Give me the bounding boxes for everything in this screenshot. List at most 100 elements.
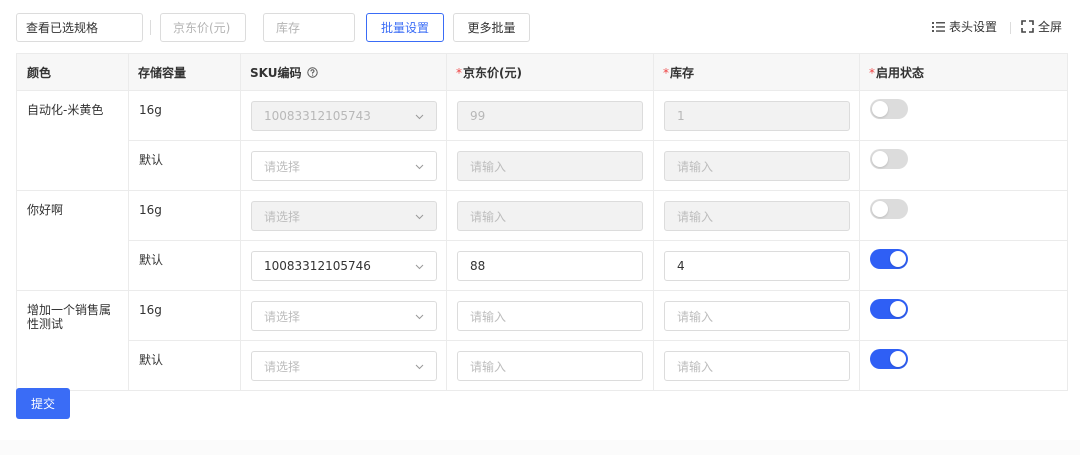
header-price-label: 京东价(元) <box>463 65 522 80</box>
required-mark: * <box>869 65 875 80</box>
stock-input: 请输入 <box>664 201 850 231</box>
required-mark: * <box>456 65 462 80</box>
cell-color: 增加一个销售属性测试 <box>16 290 129 391</box>
cell-price: 请输入 <box>446 190 654 241</box>
header-status: *启用状态 <box>859 53 1068 91</box>
cell-sku: 请选择 <box>240 290 447 341</box>
enable-switch[interactable] <box>870 299 908 319</box>
footer-area <box>0 440 1080 455</box>
sku-select-value: 10083312105743 <box>264 109 371 123</box>
header-price: *京东价(元) <box>446 53 654 91</box>
cell-color: 你好啊 <box>16 190 129 291</box>
enable-switch[interactable] <box>870 199 908 219</box>
cell-status <box>859 140 1068 191</box>
cell-storage: 16g <box>128 290 241 341</box>
table-header-row: 颜色 存储容量 SKU编码 *京东价(元) *库存 *启用状态 <box>16 53 1068 91</box>
switch-knob <box>872 151 888 167</box>
cell-color: 自动化-米黄色 <box>16 90 129 191</box>
cell-storage: 默认 <box>128 240 241 291</box>
chevron-down-icon <box>415 164 424 170</box>
cell-price: 99 <box>446 90 654 141</box>
price-input: 请输入 <box>457 151 643 181</box>
enable-switch[interactable] <box>870 249 908 269</box>
header-color: 颜色 <box>16 53 129 91</box>
cell-status <box>859 290 1068 341</box>
stock-input[interactable]: 请输入 <box>664 351 850 381</box>
sku-select-value: 10083312105746 <box>264 259 371 273</box>
enable-switch[interactable] <box>870 99 908 119</box>
switch-knob <box>872 201 888 217</box>
sku-select[interactable]: 10083312105746 <box>251 251 437 281</box>
stock-batch-input[interactable]: 库存 <box>263 13 355 42</box>
sku-select-value: 请选择 <box>264 209 301 224</box>
cell-sku: 请选择 <box>240 190 447 241</box>
cell-stock: 请输入 <box>653 190 860 241</box>
table-row: 增加一个销售属性测试 16g 请选择 请输入 请输入 <box>16 290 1068 391</box>
sku-select: 请选择 <box>251 201 437 231</box>
chevron-down-icon <box>415 114 424 120</box>
sku-select[interactable]: 请选择 <box>251 301 437 331</box>
more-batch-button[interactable]: 更多批量 <box>453 13 530 42</box>
stock-input[interactable]: 4 <box>664 251 850 281</box>
fullscreen-label: 全屏 <box>1038 20 1063 34</box>
header-settings-label: 表头设置 <box>949 20 998 34</box>
cell-price: 请输入 <box>446 340 654 391</box>
cell-storage: 16g <box>128 190 241 241</box>
sku-select[interactable]: 请选择 <box>251 351 437 381</box>
cell-stock: 请输入 <box>653 340 860 391</box>
chevron-down-icon <box>415 214 424 220</box>
batch-set-button[interactable]: 批量设置 <box>366 13 444 42</box>
header-status-label: 启用状态 <box>876 65 925 80</box>
price-input[interactable]: 88 <box>457 251 643 281</box>
header-settings-button[interactable]: 表头设置 <box>932 18 997 35</box>
cell-sku: 10083312105743 <box>240 90 447 141</box>
required-mark: * <box>663 65 669 80</box>
switch-knob <box>890 251 906 267</box>
toolbar: 查看已选规格 京东价(元) 库存 批量设置 更多批量 表头设置 全屏 <box>0 0 1080 54</box>
header-stock-label: 库存 <box>670 65 695 80</box>
stock-input: 1 <box>664 101 850 131</box>
cell-price: 请输入 <box>446 140 654 191</box>
cell-sku: 请选择 <box>240 340 447 391</box>
chevron-down-icon <box>415 264 424 270</box>
price-input[interactable]: 请输入 <box>457 351 643 381</box>
stock-input[interactable]: 请输入 <box>664 301 850 331</box>
cell-status <box>859 240 1068 291</box>
view-selected-specs-button[interactable]: 查看已选规格 <box>16 13 143 42</box>
enable-switch[interactable] <box>870 349 908 369</box>
cell-stock: 1 <box>653 90 860 141</box>
cell-sku: 请选择 <box>240 140 447 191</box>
table-body: 自动化-米黄色 16g 10083312105743 99 1 默认 请选择 请输入 请输入 你好… <box>16 90 1068 391</box>
header-storage: 存储容量 <box>128 53 241 91</box>
price-input[interactable]: 请输入 <box>457 301 643 331</box>
price-input: 请输入 <box>457 201 643 231</box>
enable-switch[interactable] <box>870 149 908 169</box>
price-input: 99 <box>457 101 643 131</box>
cell-price: 88 <box>446 240 654 291</box>
sku-select-value: 请选择 <box>264 309 301 324</box>
cell-price: 请输入 <box>446 290 654 341</box>
fullscreen-icon <box>1021 20 1034 33</box>
table-row: 自动化-米黄色 16g 10083312105743 99 1 <box>16 90 1068 191</box>
sku-table: 颜色 存储容量 SKU编码 *京东价(元) *库存 *启用状态 自动化-米黄色 1… <box>16 53 1068 391</box>
submit-button[interactable]: 提交 <box>16 388 70 419</box>
help-icon[interactable] <box>306 66 318 78</box>
switch-knob <box>872 101 888 117</box>
cell-storage: 默认 <box>128 340 241 391</box>
sku-select-value: 请选择 <box>264 159 301 174</box>
cell-status <box>859 190 1068 241</box>
switch-knob <box>890 351 906 367</box>
price-batch-input[interactable]: 京东价(元) <box>160 13 246 42</box>
header-stock: *库存 <box>653 53 860 91</box>
switch-knob <box>890 301 906 317</box>
cell-stock: 4 <box>653 240 860 291</box>
table-row: 默认 10083312105746 88 4 <box>17 240 1068 291</box>
sku-select-value: 请选择 <box>264 359 301 374</box>
table-row: 默认 请选择 请输入 请输入 <box>17 340 1068 391</box>
fullscreen-button[interactable]: 全屏 <box>1021 18 1062 35</box>
sku-select: 10083312105743 <box>251 101 437 131</box>
table-row: 默认 请选择 请输入 请输入 <box>17 140 1068 191</box>
sku-select[interactable]: 请选择 <box>251 151 437 181</box>
cell-storage: 16g <box>128 90 241 141</box>
cell-storage: 默认 <box>128 140 241 191</box>
